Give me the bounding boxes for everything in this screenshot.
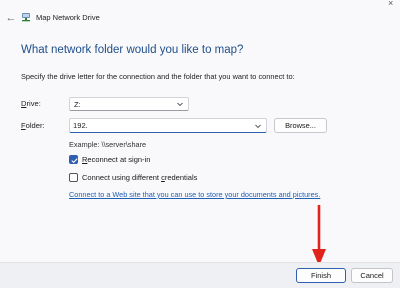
reconnect-label: Reconnect at sign-in xyxy=(82,155,151,164)
drive-label: Drive: xyxy=(21,99,41,108)
chevron-down-icon xyxy=(177,102,183,107)
title-bar: ← Map Network Drive × xyxy=(0,0,400,40)
chevron-down-icon[interactable] xyxy=(254,121,262,131)
folder-label: Folder: xyxy=(21,121,45,130)
folder-combobox[interactable] xyxy=(69,118,267,133)
web-storage-link[interactable]: Connect to a Web site that you can use t… xyxy=(69,190,320,199)
instruction-text: Specify the drive letter for the connect… xyxy=(21,72,295,81)
reconnect-checkbox[interactable] xyxy=(69,155,78,164)
close-icon[interactable]: × xyxy=(388,0,393,8)
cancel-button[interactable]: Cancel xyxy=(351,268,393,283)
credentials-label: Connect using different credentials xyxy=(82,173,198,182)
example-text: Example: \\server\share xyxy=(69,140,147,149)
red-arrow-down-icon xyxy=(312,205,326,266)
back-button[interactable]: ← xyxy=(4,11,18,25)
arrow-left-icon: ← xyxy=(5,12,17,24)
window-title: Map Network Drive xyxy=(36,13,100,22)
browse-button[interactable]: Browse... xyxy=(274,118,327,133)
finish-button[interactable]: Finish xyxy=(296,268,346,283)
drive-letter-value: Z: xyxy=(74,100,81,109)
checkmark-icon xyxy=(71,158,78,164)
network-drive-icon xyxy=(22,13,30,22)
folder-input[interactable] xyxy=(73,120,248,131)
credentials-checkbox[interactable] xyxy=(69,173,78,182)
page-heading: What network folder would you like to ma… xyxy=(21,44,244,56)
drive-letter-select[interactable]: Z: xyxy=(69,97,189,111)
